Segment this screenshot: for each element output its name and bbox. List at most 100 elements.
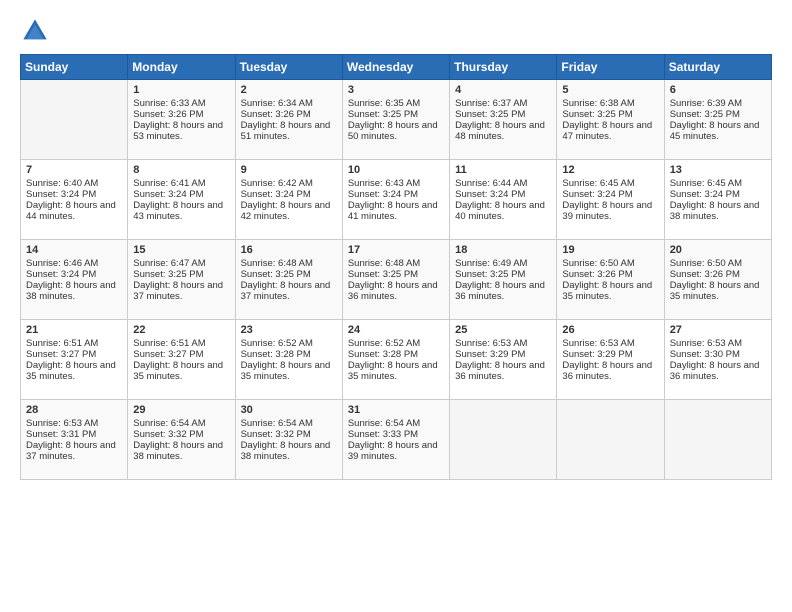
sunset-text: Sunset: 3:25 PM — [455, 269, 525, 280]
day-number: 12 — [562, 164, 658, 176]
calendar-cell: 14 Sunrise: 6:46 AMSunset: 3:24 PMDayligh… — [21, 240, 128, 320]
sunrise-text: Sunrise: 6:50 AM — [670, 258, 742, 269]
sunset-text: Sunset: 3:29 PM — [562, 349, 632, 360]
calendar-cell: 19Sunrise: 6:50 AMSunset: 3:26 PMDayligh… — [557, 240, 664, 320]
daylight-text: Daylight: 8 hours and 43 minutes. — [133, 200, 223, 222]
daylight-text: Daylight: 8 hours and 45 minutes. — [670, 120, 760, 142]
day-header-friday: Friday — [557, 55, 664, 80]
day-number: 7 — [26, 164, 122, 176]
days-header-row: SundayMondayTuesdayWednesdayThursdayFrid… — [21, 55, 772, 80]
calendar-cell: 12Sunrise: 6:45 AMSunset: 3:24 PMDayligh… — [557, 160, 664, 240]
day-number: 6 — [670, 84, 766, 96]
calendar-cell: 31Sunrise: 6:54 AMSunset: 3:33 PMDayligh… — [342, 400, 449, 480]
sunset-text: Sunset: 3:25 PM — [241, 269, 311, 280]
calendar-cell: 16Sunrise: 6:48 AMSunset: 3:25 PMDayligh… — [235, 240, 342, 320]
day-number: 19 — [562, 244, 658, 256]
day-number: 3 — [348, 84, 444, 96]
day-number: 14 — [26, 244, 122, 256]
calendar-cell: 9 Sunrise: 6:42 AMSunset: 3:24 PMDaylight… — [235, 160, 342, 240]
day-number: 26 — [562, 324, 658, 336]
calendar-cell: 20Sunrise: 6:50 AMSunset: 3:26 PMDayligh… — [664, 240, 771, 320]
sunset-text: Sunset: 3:30 PM — [670, 349, 740, 360]
calendar-cell — [664, 400, 771, 480]
sunset-text: Sunset: 3:32 PM — [133, 429, 203, 440]
sunset-text: Sunset: 3:31 PM — [26, 429, 96, 440]
sunrise-text: Sunrise: 6:49 AM — [455, 258, 527, 269]
day-number: 18 — [455, 244, 551, 256]
calendar-cell: 23Sunrise: 6:52 AMSunset: 3:28 PMDayligh… — [235, 320, 342, 400]
day-number: 17 — [348, 244, 444, 256]
sunrise-text: Sunrise: 6:45 AM — [562, 178, 634, 189]
sunrise-text: Sunrise: 6:35 AM — [348, 98, 420, 109]
sunrise-text: Sunrise: 6:53 AM — [455, 338, 527, 349]
daylight-text: Daylight: 8 hours and 40 minutes. — [455, 200, 545, 222]
logo-icon — [20, 16, 50, 46]
sunset-text: Sunset: 3:25 PM — [562, 109, 632, 120]
daylight-text: Daylight: 8 hours and 42 minutes. — [241, 200, 331, 222]
calendar-cell: 10Sunrise: 6:43 AMSunset: 3:24 PMDayligh… — [342, 160, 449, 240]
sunset-text: Sunset: 3:29 PM — [455, 349, 525, 360]
sunset-text: Sunset: 3:27 PM — [26, 349, 96, 360]
sunrise-text: Sunrise: 6:53 AM — [562, 338, 634, 349]
day-number: 29 — [133, 404, 229, 416]
sunrise-text: Sunrise: 6:42 AM — [241, 178, 313, 189]
sunrise-text: Sunrise: 6:50 AM — [562, 258, 634, 269]
sunrise-text: Sunrise: 6:52 AM — [348, 338, 420, 349]
daylight-text: Daylight: 8 hours and 41 minutes. — [348, 200, 438, 222]
sunrise-text: Sunrise: 6:52 AM — [241, 338, 313, 349]
calendar-cell — [21, 80, 128, 160]
day-number: 16 — [241, 244, 337, 256]
day-number: 30 — [241, 404, 337, 416]
week-row-3: 14Sunrise: 6:46 AMSunset: 3:24 PMDayligh… — [21, 240, 772, 320]
calendar-cell: 24Sunrise: 6:52 AMSunset: 3:28 PMDayligh… — [342, 320, 449, 400]
day-number: 1 — [133, 84, 229, 96]
week-row-5: 28Sunrise: 6:53 AMSunset: 3:31 PMDayligh… — [21, 400, 772, 480]
sunset-text: Sunset: 3:25 PM — [348, 269, 418, 280]
daylight-text: Daylight: 8 hours and 53 minutes. — [133, 120, 223, 142]
sunrise-text: Sunrise: 6:53 AM — [26, 418, 98, 429]
daylight-text: Daylight: 8 hours and 38 minutes. — [133, 440, 223, 462]
calendar-cell: 1Sunrise: 6:33 AMSunset: 3:26 PMDaylight… — [128, 80, 235, 160]
daylight-text: Daylight: 8 hours and 37 minutes. — [26, 440, 116, 462]
calendar-cell: 5Sunrise: 6:38 AMSunset: 3:25 PMDaylight… — [557, 80, 664, 160]
calendar-cell: 29 Sunrise: 6:54 AMSunset: 3:32 PMDayligh… — [128, 400, 235, 480]
calendar-cell: 8Sunrise: 6:41 AMSunset: 3:24 PMDaylight… — [128, 160, 235, 240]
calendar-cell: 30Sunrise: 6:54 AMSunset: 3:32 PMDayligh… — [235, 400, 342, 480]
sunrise-text: Sunrise: 6:39 AM — [670, 98, 742, 109]
daylight-text: Daylight: 8 hours and 39 minutes. — [562, 200, 652, 222]
daylight-text: Daylight: 8 hours and 35 minutes. — [348, 360, 438, 382]
day-number: 9 — [241, 164, 337, 176]
day-number: 23 — [241, 324, 337, 336]
sunset-text: Sunset: 3:24 PM — [241, 189, 311, 200]
sunrise-text: Sunrise: 6:33 AM — [133, 98, 205, 109]
sunset-text: Sunset: 3:24 PM — [26, 269, 96, 280]
sunrise-text: Sunrise: 6:54 AM — [133, 418, 205, 429]
daylight-text: Daylight: 8 hours and 35 minutes. — [670, 280, 760, 302]
sunrise-text: Sunrise: 6:38 AM — [562, 98, 634, 109]
sunset-text: Sunset: 3:25 PM — [455, 109, 525, 120]
calendar-cell — [450, 400, 557, 480]
calendar-cell: 22Sunrise: 6:51 AMSunset: 3:27 PMDayligh… — [128, 320, 235, 400]
calendar-cell: 3 Sunrise: 6:35 AMSunset: 3:25 PMDaylight… — [342, 80, 449, 160]
sunrise-text: Sunrise: 6:48 AM — [241, 258, 313, 269]
sunrise-text: Sunrise: 6:41 AM — [133, 178, 205, 189]
sunset-text: Sunset: 3:24 PM — [670, 189, 740, 200]
day-header-monday: Monday — [128, 55, 235, 80]
calendar-cell: 7Sunrise: 6:40 AMSunset: 3:24 PMDaylight… — [21, 160, 128, 240]
calendar-cell: 28Sunrise: 6:53 AMSunset: 3:31 PMDayligh… — [21, 400, 128, 480]
sunrise-text: Sunrise: 6:46 AM — [26, 258, 98, 269]
sunrise-text: Sunrise: 6:48 AM — [348, 258, 420, 269]
daylight-text: Daylight: 8 hours and 48 minutes. — [455, 120, 545, 142]
day-number: 22 — [133, 324, 229, 336]
daylight-text: Daylight: 8 hours and 50 minutes. — [348, 120, 438, 142]
week-row-2: 7Sunrise: 6:40 AMSunset: 3:24 PMDaylight… — [21, 160, 772, 240]
calendar-cell: 25Sunrise: 6:53 AMSunset: 3:29 PMDayligh… — [450, 320, 557, 400]
daylight-text: Daylight: 8 hours and 38 minutes. — [26, 280, 116, 302]
sunset-text: Sunset: 3:25 PM — [348, 109, 418, 120]
calendar-cell: 17Sunrise: 6:48 AMSunset: 3:25 PMDayligh… — [342, 240, 449, 320]
calendar-cell: 6Sunrise: 6:39 AMSunset: 3:25 PMDaylight… — [664, 80, 771, 160]
day-number: 5 — [562, 84, 658, 96]
sunrise-text: Sunrise: 6:34 AM — [241, 98, 313, 109]
daylight-text: Daylight: 8 hours and 44 minutes. — [26, 200, 116, 222]
sunset-text: Sunset: 3:28 PM — [241, 349, 311, 360]
